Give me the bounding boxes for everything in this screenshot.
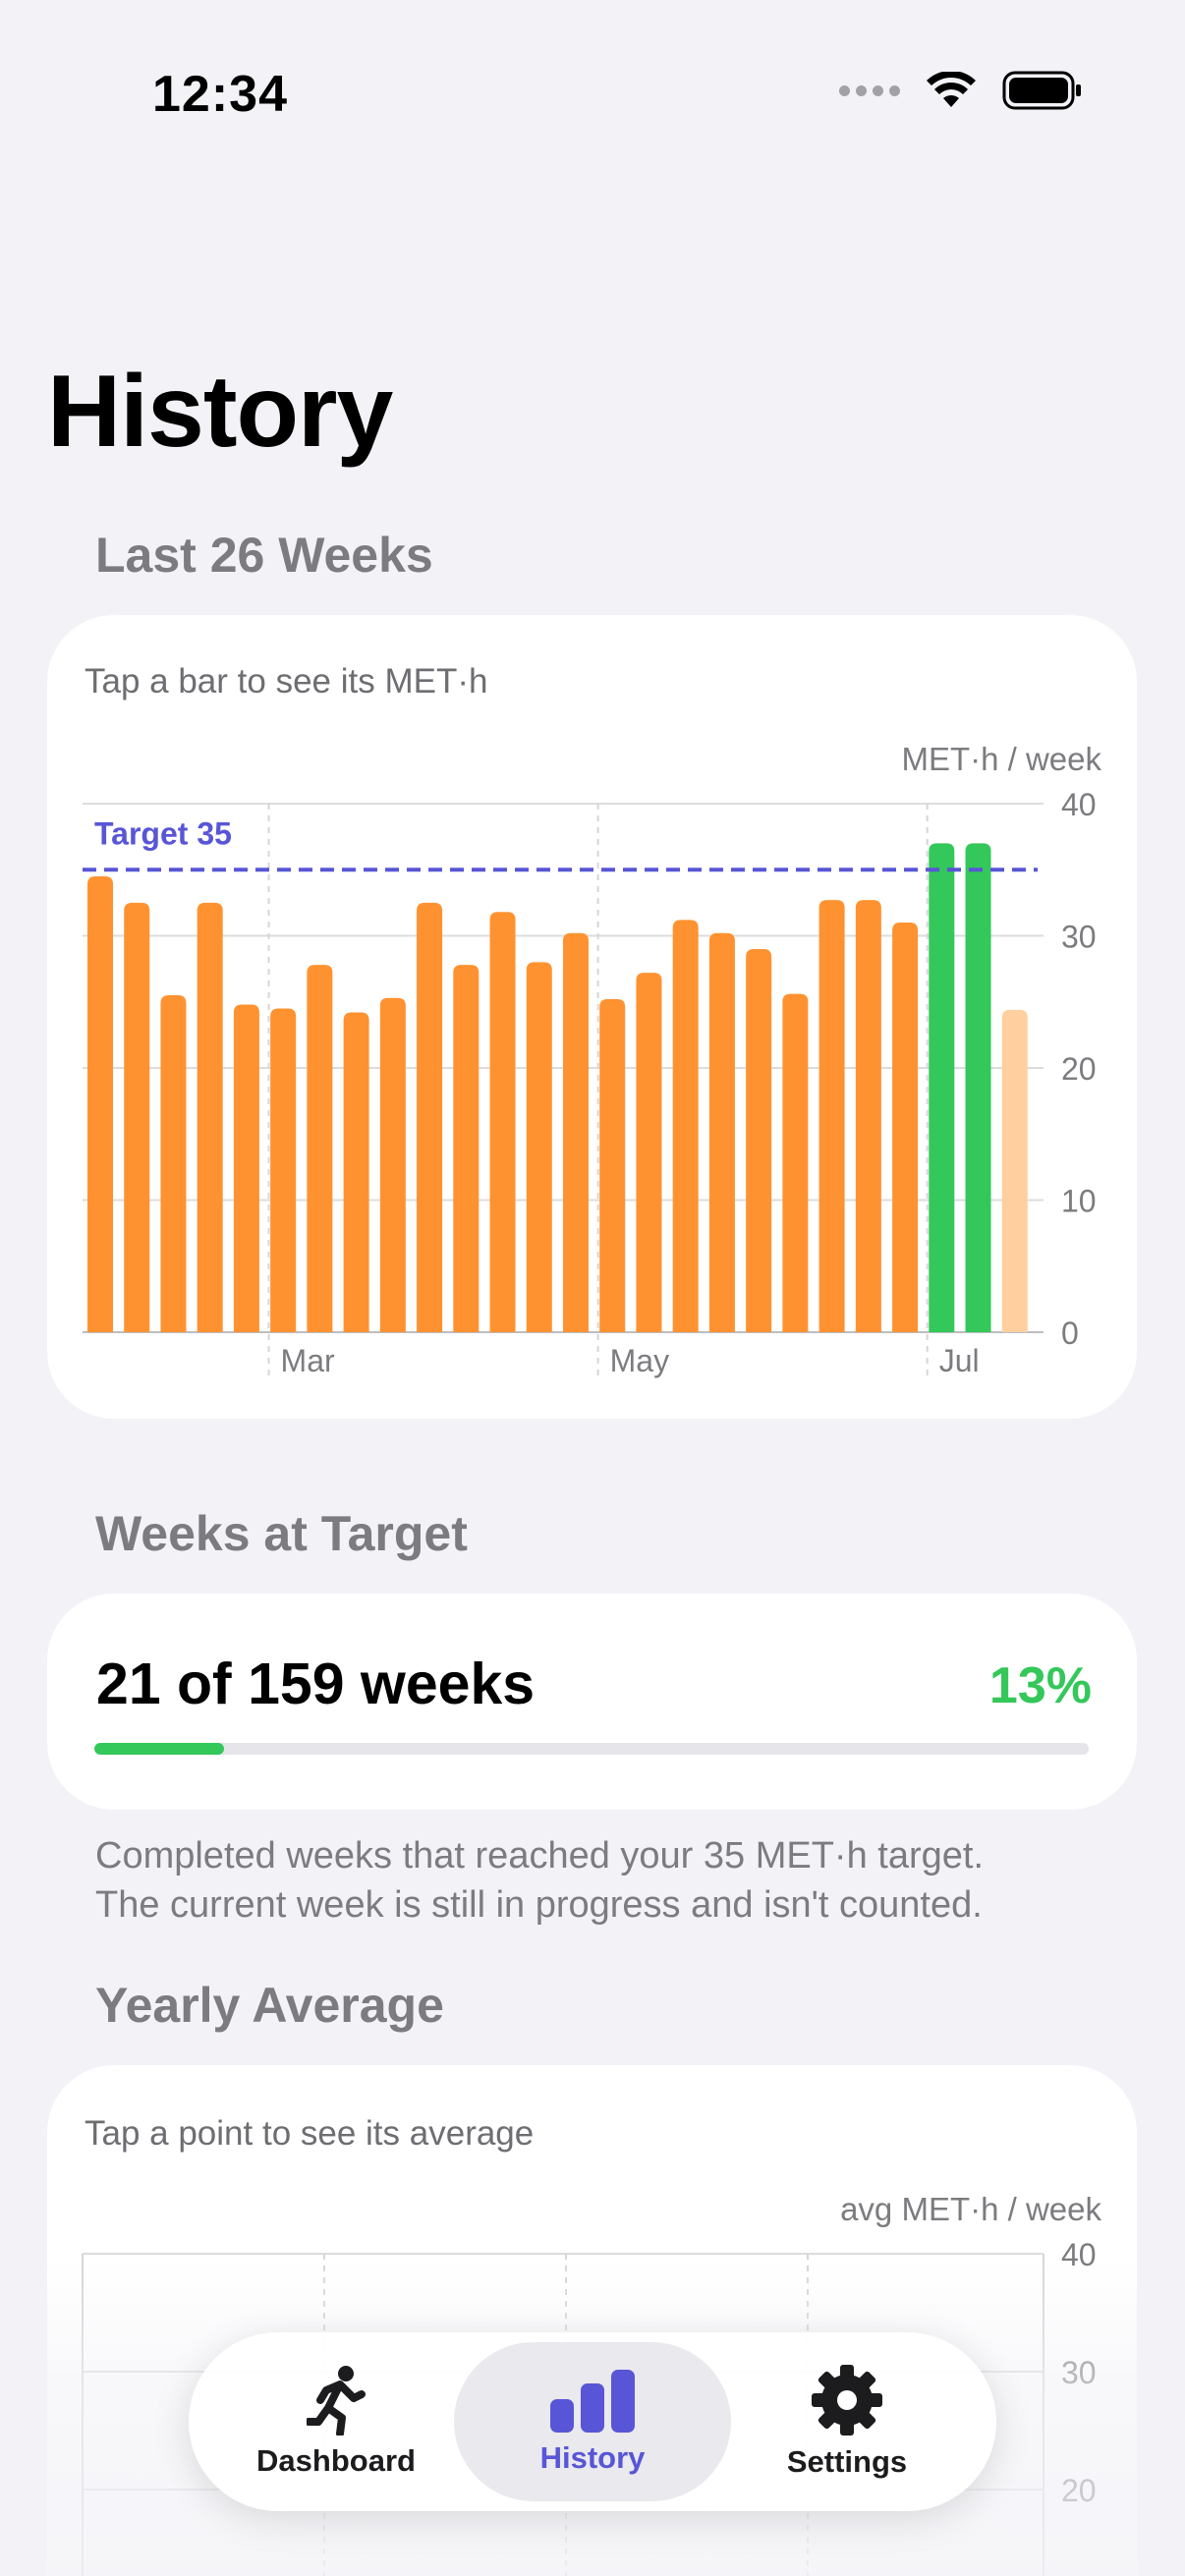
weekly-bar — [197, 902, 223, 1332]
weekly-chart-card: Tap a bar to see its MET·h MET·h / week … — [47, 615, 1137, 1419]
weekly-bar — [636, 973, 662, 1332]
weekly-y-tick-label: 30 — [1061, 920, 1097, 955]
weekly-y-tick-label: 0 — [1061, 1316, 1079, 1351]
weekly-x-tick-label: May — [610, 1343, 669, 1378]
section-header-last-26-weeks: Last 26 Weeks — [95, 528, 433, 583]
weekly-bar — [708, 932, 735, 1332]
weekly-chart-bars — [87, 843, 1028, 1332]
weekly-bar — [526, 962, 552, 1332]
battery-icon — [1002, 71, 1081, 110]
tab-history[interactable]: History — [454, 2342, 731, 2501]
weekly-y-tick-label: 40 — [1061, 787, 1097, 822]
weeks-at-target-percent: 13% — [988, 1657, 1092, 1714]
weekly-bar — [892, 923, 919, 1332]
status-time: 12:34 — [152, 66, 288, 123]
weekly-bar — [563, 932, 589, 1332]
tab-bar: Dashboard History Settings — [189, 2332, 996, 2511]
weekly-bar — [343, 1012, 369, 1332]
weekly-bar — [965, 843, 991, 1332]
yearly-y-tick-label: 40 — [1061, 2237, 1097, 2272]
weekly-x-tick-label: Jul — [939, 1343, 980, 1378]
page-title: History — [47, 355, 393, 469]
weekly-target-label: Target 35 — [94, 815, 232, 851]
weekly-chart-target: Target 35 — [83, 815, 1038, 872]
gear-icon — [812, 2365, 882, 2436]
weekly-bar — [599, 999, 626, 1332]
weeks-at-target-progress-track — [94, 1743, 1089, 1755]
weekly-bar — [818, 900, 845, 1332]
weekly-bar — [453, 965, 480, 1332]
tab-dashboard-label: Dashboard — [256, 2443, 416, 2478]
weekly-bar — [929, 843, 955, 1332]
weekly-bar-chart[interactable]: Target 35 0 10 20 30 40 Mar May Jul — [47, 615, 1137, 1419]
footnote-line-2: The current week is still in progress an… — [95, 1884, 983, 1926]
weeks-at-target-progress-fill — [94, 1743, 224, 1755]
section-header-yearly-average: Yearly Average — [95, 1978, 444, 2033]
weekly-y-tick-label: 20 — [1061, 1051, 1097, 1087]
status-icons — [839, 71, 1083, 110]
weekly-bar — [160, 995, 187, 1332]
yearly-y-tick-label: 20 — [1061, 2473, 1097, 2508]
section-header-weeks-at-target: Weeks at Target — [95, 1506, 468, 1561]
weekly-bar — [233, 1004, 259, 1332]
tab-history-label: History — [539, 2440, 646, 2475]
tab-dashboard[interactable]: Dashboard — [228, 2342, 444, 2501]
tab-settings[interactable]: Settings — [739, 2342, 955, 2501]
footnote-line-1: Completed weeks that reached your 35 MET… — [95, 1835, 985, 1876]
cellular-signal-icon — [839, 84, 900, 96]
weeks-at-target-footnote: Completed weeks that reached your 35 MET… — [95, 1831, 1117, 1930]
weekly-bar — [782, 993, 809, 1332]
wifi-icon — [927, 72, 976, 107]
weekly-bar — [124, 902, 150, 1332]
weeks-at-target-card: 21 of 159 weeks 13% — [47, 1594, 1137, 1810]
weekly-bar — [379, 997, 406, 1332]
status-bar: 12:34 — [0, 0, 1185, 196]
weekly-bar — [855, 900, 881, 1332]
tab-settings-label: Settings — [786, 2444, 908, 2479]
running-figure-icon — [307, 2366, 366, 2436]
bar-chart-icon — [550, 2370, 635, 2433]
weekly-bar — [87, 875, 113, 1332]
weeks-at-target-count: 21 of 159 weeks — [96, 1652, 536, 1716]
weekly-bar — [1001, 1009, 1028, 1332]
weekly-bar — [307, 965, 333, 1332]
weekly-bar — [270, 1008, 297, 1332]
weekly-bar — [746, 948, 772, 1332]
yearly-y-tick-label: 30 — [1061, 2355, 1097, 2390]
weekly-bar — [489, 912, 516, 1332]
weekly-y-tick-label: 10 — [1061, 1184, 1097, 1219]
weekly-x-tick-label: Mar — [281, 1343, 335, 1378]
weekly-bar — [672, 920, 699, 1332]
weekly-bar — [417, 902, 443, 1332]
